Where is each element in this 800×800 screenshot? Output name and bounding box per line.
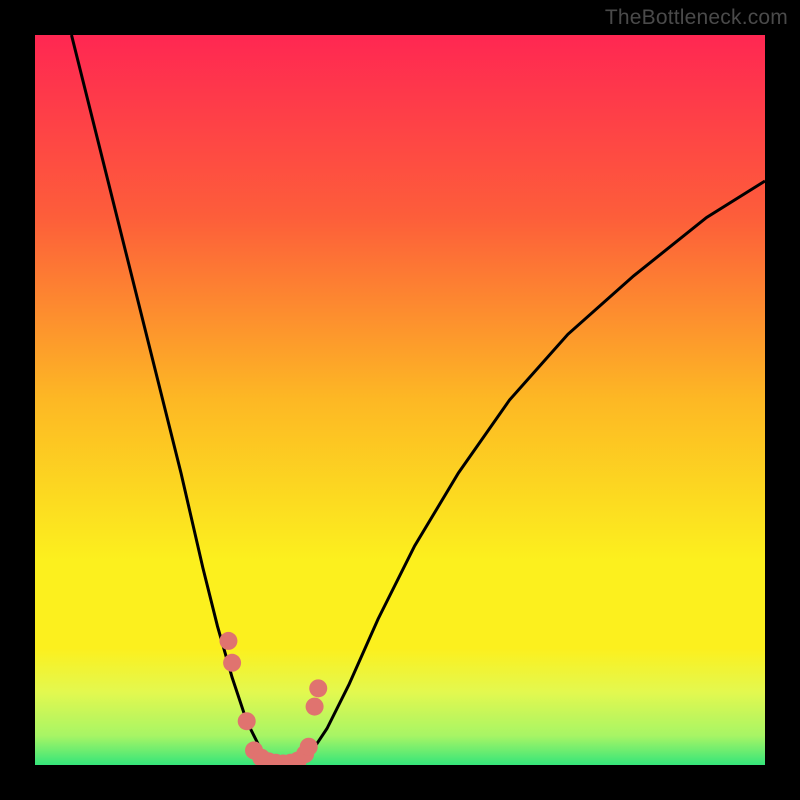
data-marker (309, 679, 327, 697)
data-marker (306, 698, 324, 716)
data-marker (300, 738, 318, 756)
chart-frame: TheBottleneck.com (0, 0, 800, 800)
plot-area (35, 35, 765, 765)
data-marker (238, 712, 256, 730)
data-marker (219, 632, 237, 650)
data-marker (223, 654, 241, 672)
data-markers (35, 35, 765, 765)
watermark-text: TheBottleneck.com (605, 6, 788, 30)
